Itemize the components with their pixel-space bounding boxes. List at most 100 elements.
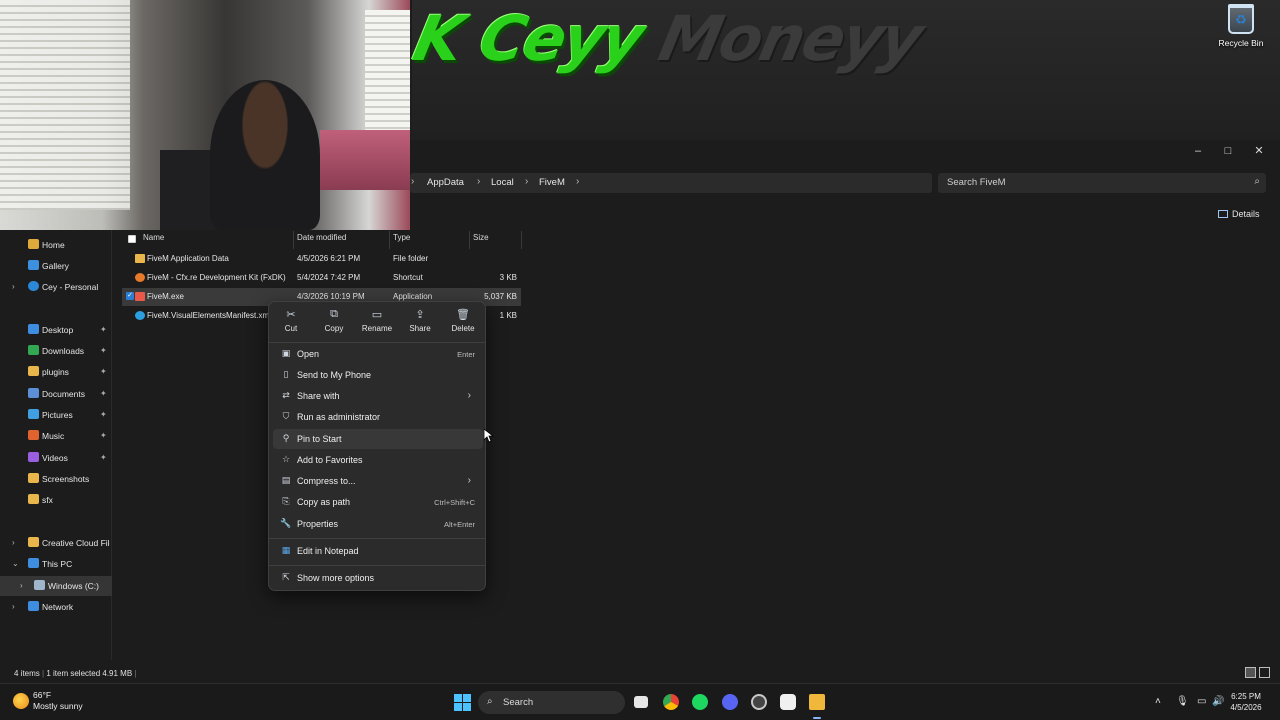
folder-icon <box>28 537 39 547</box>
clock[interactable]: 6:25 PM 4/5/2026 <box>1226 691 1266 713</box>
sidebar-item-documents[interactable]: Documents ✦ <box>0 384 112 404</box>
minimize-button[interactable]: – <box>1188 144 1208 158</box>
drive-icon <box>34 580 45 590</box>
copy-button[interactable]: ⧉ Copy <box>314 308 354 333</box>
chevron-up-icon[interactable]: ˄ <box>1155 696 1161 707</box>
star-icon: ☆ <box>281 454 291 464</box>
title-bar[interactable]: – □ ✕ <box>410 140 1280 162</box>
breadcrumb-fivem[interactable]: FiveM <box>539 177 565 188</box>
recycle-bin-shortcut[interactable]: ♻ Recycle Bin <box>1216 4 1266 48</box>
sidebar-item-label: sfx <box>42 495 53 505</box>
sidebar-item-videos[interactable]: Videos ✦ <box>0 448 112 468</box>
chevron-right-icon: › <box>467 390 471 401</box>
pin-icon: ✦ <box>100 367 107 376</box>
menu-item-edit-in-notepad[interactable]: ▦ Edit in Notepad <box>273 541 483 561</box>
sidebar-item-screenshots[interactable]: Screenshots <box>0 469 112 489</box>
menu-item-properties[interactable]: 🔧 Properties Alt+Enter <box>273 514 483 534</box>
chevron-right-icon[interactable]: › <box>12 602 15 611</box>
details-pane-button[interactable]: Details <box>1218 209 1260 219</box>
chevron-right-icon[interactable]: › <box>12 282 15 291</box>
sidebar-item-network[interactable]: › Network <box>0 597 112 617</box>
item-count: 4 items <box>14 669 40 678</box>
maximize-button[interactable]: □ <box>1218 144 1238 158</box>
phone-icon: ▯ <box>283 369 289 379</box>
share-button[interactable]: ⇪ Share <box>400 308 440 333</box>
column-divider[interactable] <box>389 231 390 249</box>
column-divider[interactable] <box>521 231 522 249</box>
chrome-icon[interactable] <box>663 694 679 710</box>
folder-icon <box>135 254 145 263</box>
task-view-icon[interactable] <box>634 696 648 708</box>
sidebar-item-music[interactable]: Music ✦ <box>0 426 112 446</box>
capcut-icon[interactable] <box>780 694 796 710</box>
sidebar-item-label: Downloads <box>42 346 85 356</box>
menu-item-copy-as-path[interactable]: ⎘ Copy as path Ctrl+Shift+C <box>273 492 483 512</box>
address-bar[interactable]: › AppData › Local › FiveM › <box>410 173 932 193</box>
sidebar-item-desktop[interactable]: Desktop ✦ <box>0 320 112 340</box>
microphone-icon[interactable]: 🎙 <box>1176 696 1189 707</box>
properties-icon: 🔧 <box>280 518 292 528</box>
shortcut-icon <box>135 273 145 282</box>
sidebar-item-windows-c[interactable]: › Windows (C:) <box>0 576 112 596</box>
file-date: 4/3/2026 10:19 PM <box>297 292 365 301</box>
row-checkbox[interactable]: ✓ <box>126 292 134 300</box>
menu-item-open[interactable]: ▣ Open Enter <box>273 344 483 364</box>
menu-item-label: Pin to Start <box>297 434 342 444</box>
sidebar-item-home[interactable]: Home <box>0 235 112 255</box>
sidebar-item-sfx[interactable]: sfx <box>0 490 112 510</box>
menu-item-run-as-admin[interactable]: ⛉ Run as administrator <box>273 407 483 427</box>
breadcrumb-appdata[interactable]: AppData <box>427 177 464 188</box>
chevron-right-icon[interactable]: › <box>20 581 23 590</box>
sidebar-item-pictures[interactable]: Pictures ✦ <box>0 405 112 425</box>
tiles-view-button[interactable] <box>1259 667 1270 678</box>
column-header-date[interactable]: Date modified <box>297 233 346 247</box>
sidebar-item-gallery[interactable]: Gallery <box>0 256 112 276</box>
search-input[interactable]: Search FiveM ⌕ <box>938 173 1266 193</box>
folder-icon <box>28 473 39 483</box>
menu-item-send-to-phone[interactable]: ▯ Send to My Phone <box>273 365 483 385</box>
file-date: 5/4/2024 7:42 PM <box>297 273 361 282</box>
menu-item-add-to-favorites[interactable]: ☆ Add to Favorites <box>273 450 483 470</box>
column-divider[interactable] <box>469 231 470 249</box>
menu-item-compress[interactable]: ▤ Compress to... › <box>273 471 483 491</box>
cut-button[interactable]: ✂ Cut <box>271 308 311 333</box>
column-header-type[interactable]: Type <box>393 233 410 247</box>
sidebar-item-label: Desktop <box>42 325 74 335</box>
menu-item-share-with[interactable]: ⇄ Share with › <box>273 386 483 406</box>
menu-item-pin-to-start[interactable]: ⚲ Pin to Start <box>273 429 483 449</box>
select-all-checkbox[interactable] <box>128 235 136 243</box>
file-row[interactable]: FiveM Application Data 4/5/2026 6:21 PM … <box>122 250 521 268</box>
open-icon: ▣ <box>281 348 291 358</box>
volume-icon[interactable]: 🔊 <box>1212 696 1224 707</box>
pin-icon: ✦ <box>100 346 107 355</box>
column-divider[interactable] <box>293 231 294 249</box>
gallery-icon <box>28 260 39 270</box>
breadcrumb-local[interactable]: Local <box>491 177 514 188</box>
sidebar-item-downloads[interactable]: Downloads ✦ <box>0 341 112 361</box>
obs-icon[interactable] <box>751 694 767 710</box>
sidebar-item-label: Documents <box>42 389 85 399</box>
chevron-right-icon: › <box>477 176 481 187</box>
details-view-button[interactable] <box>1245 667 1256 678</box>
spotify-icon[interactable] <box>692 694 708 710</box>
start-button[interactable] <box>454 694 471 711</box>
menu-item-show-more-options[interactable]: ⇱ Show more options <box>273 568 483 588</box>
discord-icon[interactable] <box>722 694 738 710</box>
file-explorer-icon[interactable] <box>809 694 825 710</box>
sidebar-item-plugins[interactable]: plugins ✦ <box>0 362 112 382</box>
column-header-name[interactable]: Name <box>143 233 164 247</box>
sidebar-item-creative-cloud[interactable]: › Creative Cloud Files <box>0 533 112 553</box>
file-row[interactable]: FiveM - Cfx.re Development Kit (FxDK) 5/… <box>122 269 521 287</box>
sidebar-item-label: This PC <box>42 559 73 569</box>
column-header-size[interactable]: Size <box>473 233 489 247</box>
delete-button[interactable]: 🗑 Delete <box>443 308 483 333</box>
rename-button[interactable]: ▭ Rename <box>357 308 397 333</box>
chevron-right-icon[interactable]: › <box>12 538 15 547</box>
menu-item-label: Open <box>297 349 320 359</box>
sidebar-item-this-pc[interactable]: ⌄ This PC <box>0 554 112 574</box>
taskbar-search[interactable]: ⌕ Search <box>478 691 625 714</box>
close-button[interactable]: ✕ <box>1249 144 1269 158</box>
sidebar-item-onedrive[interactable]: › Cey - Personal <box>0 277 112 297</box>
network-icon[interactable]: ▭ <box>1197 696 1206 707</box>
chevron-down-icon[interactable]: ⌄ <box>12 559 19 568</box>
